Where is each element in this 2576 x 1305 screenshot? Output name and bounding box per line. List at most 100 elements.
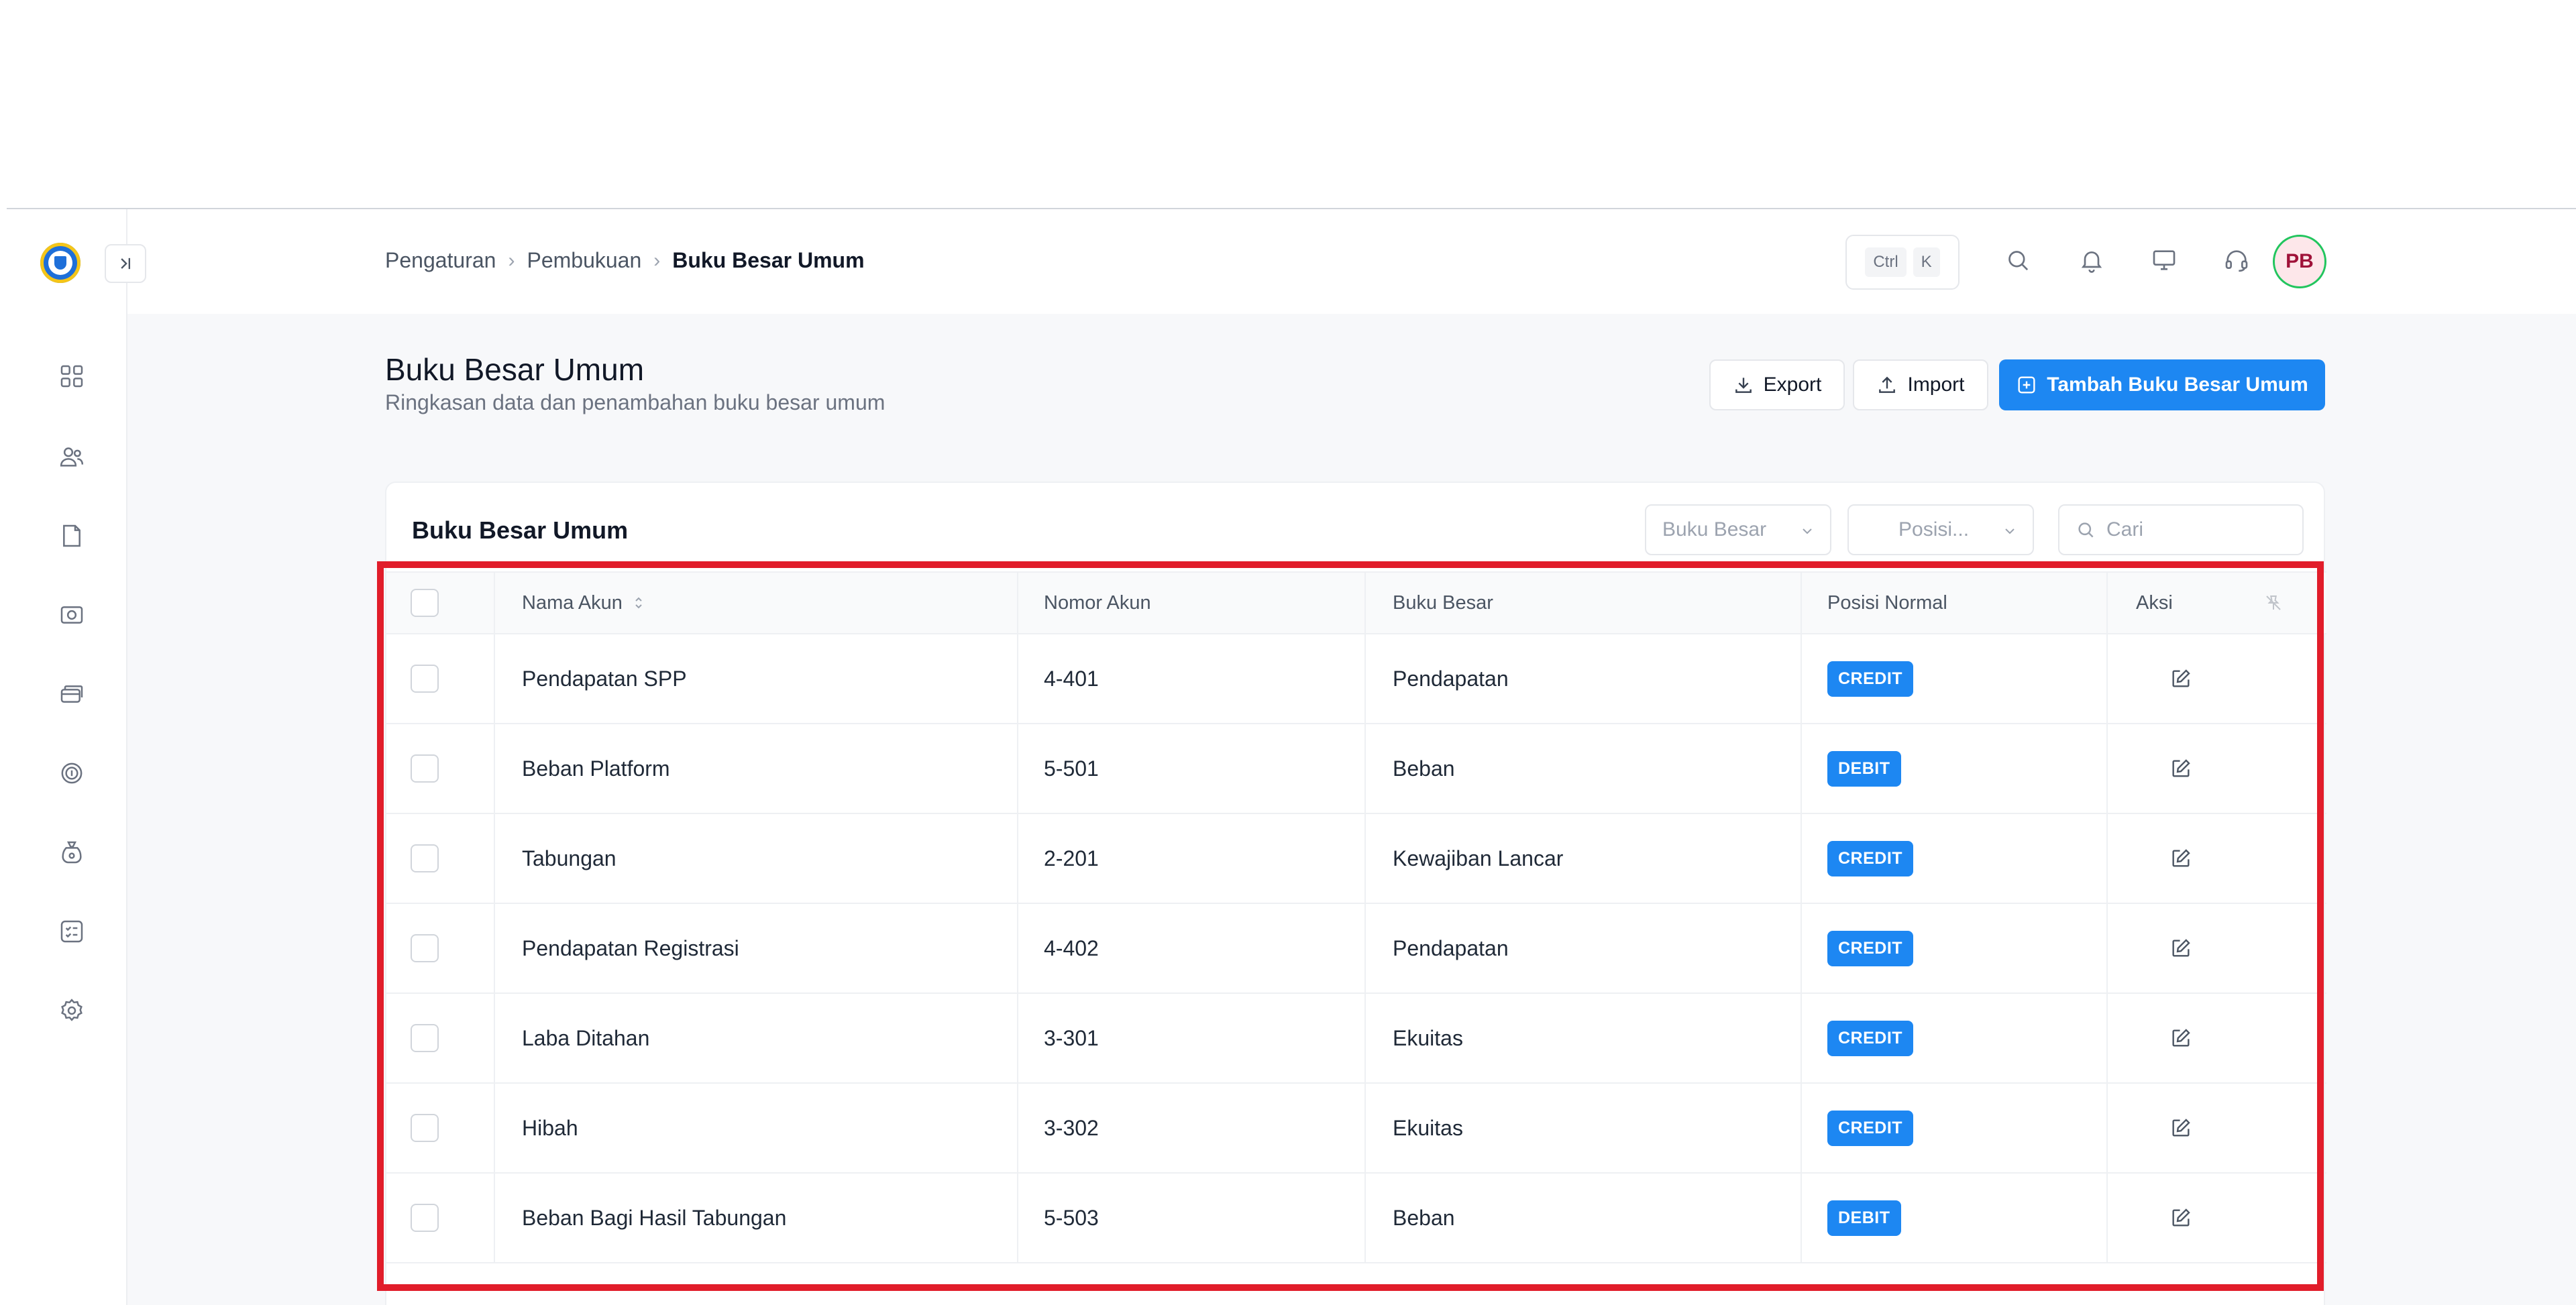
row-select-cell: [411, 1174, 439, 1262]
top-blank-area: [0, 0, 2576, 208]
search-icon: [2078, 522, 2094, 538]
users-icon[interactable]: [54, 439, 90, 475]
edit-icon[interactable]: [2169, 1084, 2192, 1172]
cell-posisi-normal: DEBIT: [1827, 1174, 1901, 1262]
table-row[interactable]: Laba Ditahan 3-301 Ekuitas CREDIT: [386, 994, 2326, 1084]
cell-buku-besar: Pendapatan: [1393, 666, 1509, 691]
sidebar-toggle-button[interactable]: [105, 244, 146, 283]
cell-buku-besar: Beban: [1393, 1205, 1455, 1230]
search-icon[interactable]: [1998, 240, 2038, 280]
cell-posisi-normal: CREDIT: [1827, 994, 1914, 1082]
row-select-cell: [411, 1084, 439, 1172]
cell-posisi-normal: CREDIT: [1827, 904, 1914, 992]
ledger-table: Nama Akun Nomor Akun Buku Besar Posisi N…: [386, 571, 2326, 1263]
filter-position-select[interactable]: Posisi...: [1847, 504, 2034, 555]
search-input[interactable]: Cari: [2058, 504, 2304, 555]
cell-nama-akun: Beban Bagi Hasil Tabungan: [522, 1205, 787, 1230]
cell-nomor-akun: 4-402: [1044, 935, 1099, 960]
headset-icon[interactable]: [2216, 240, 2257, 280]
table-row[interactable]: Beban Platform 5-501 Beban DEBIT: [386, 724, 2326, 814]
top-header: Pengaturan › Pembukuan › Buku Besar Umum…: [127, 209, 2576, 314]
table-row[interactable]: Pendapatan Registrasi 4-402 Pendapatan CRED…: [386, 904, 2326, 994]
select-all-checkbox[interactable]: [411, 589, 439, 617]
column-header-nomor-akun: Nomor Akun: [1044, 591, 1151, 614]
status-badge: CREDIT: [1827, 930, 1914, 966]
edit-icon[interactable]: [2169, 994, 2192, 1082]
row-select-cell: [411, 724, 439, 813]
row-checkbox[interactable]: [411, 1114, 439, 1142]
status-badge: DEBIT: [1827, 1200, 1901, 1236]
breadcrumb-item-pengaturan[interactable]: Pengaturan: [385, 248, 496, 273]
kbd-k: K: [1913, 247, 1940, 277]
filter-position-placeholder: Posisi...: [1898, 518, 1970, 541]
card-title: Buku Besar Umum: [412, 516, 629, 544]
edit-icon[interactable]: [2169, 814, 2192, 903]
filter-ledger-select[interactable]: Buku Besar: [1645, 504, 1831, 555]
status-badge: CREDIT: [1827, 840, 1914, 876]
dashboard-icon[interactable]: [54, 358, 90, 394]
camera-icon[interactable]: [54, 597, 90, 633]
cell-nama-akun: Beban Platform: [522, 756, 670, 781]
edit-icon[interactable]: [2169, 724, 2192, 813]
folder-icon[interactable]: [54, 518, 90, 554]
table-row[interactable]: Hibah 3-302 Ekuitas CREDIT: [386, 1084, 2326, 1174]
cell-nama-akun: Tabungan: [522, 846, 616, 870]
checklist-icon[interactable]: [54, 913, 90, 950]
row-select-cell: [411, 634, 439, 723]
column-header-buku-besar: Buku Besar: [1393, 591, 1493, 614]
cell-nama-akun: Laba Ditahan: [522, 1025, 650, 1050]
table-row[interactable]: Pendapatan SPP 4-401 Pendapatan CREDIT: [386, 634, 2326, 724]
cell-buku-besar: Kewajiban Lancar: [1393, 846, 1564, 870]
filter-ledger-placeholder: Buku Besar: [1662, 518, 1767, 541]
plus-square-icon: [2018, 376, 2035, 394]
breadcrumb-current: Buku Besar Umum: [672, 248, 865, 272]
breadcrumb-item-pembukuan[interactable]: Pembukuan: [527, 248, 641, 273]
status-badge: CREDIT: [1827, 661, 1914, 697]
page-title: Buku Besar Umum: [385, 352, 645, 387]
sidebar: [7, 209, 127, 1305]
cards-icon[interactable]: [54, 676, 90, 712]
edit-icon[interactable]: [2169, 634, 2192, 723]
export-label: Export: [1763, 374, 1822, 396]
import-button[interactable]: Import: [1853, 359, 1988, 410]
chevron-down-icon: [2005, 528, 2015, 534]
row-checkbox[interactable]: [411, 934, 439, 962]
edit-icon[interactable]: [2169, 1174, 2192, 1262]
bell-icon[interactable]: [2072, 240, 2112, 280]
row-select-cell: [411, 814, 439, 903]
coin-icon[interactable]: [54, 755, 90, 791]
cell-nomor-akun: 4-401: [1044, 666, 1099, 691]
chevron-right-icon: ›: [508, 249, 515, 272]
cell-nomor-akun: 5-501: [1044, 756, 1099, 781]
row-checkbox[interactable]: [411, 1204, 439, 1232]
add-ledger-button[interactable]: Tambah Buku Besar Umum: [1999, 359, 2325, 410]
cell-buku-besar: Ekuitas: [1393, 1025, 1463, 1050]
table-header: Nama Akun Nomor Akun Buku Besar Posisi N…: [386, 571, 2326, 634]
table-body: Pendapatan SPP 4-401 Pendapatan CREDIT Beban…: [386, 634, 2326, 1263]
row-checkbox[interactable]: [411, 1024, 439, 1052]
row-checkbox[interactable]: [411, 665, 439, 693]
import-label: Import: [1907, 374, 1965, 396]
row-checkbox[interactable]: [411, 844, 439, 872]
app-window: Pengaturan › Pembukuan › Buku Besar Umum…: [7, 209, 2576, 1305]
command-palette-shortcut[interactable]: Ctrl K: [1845, 235, 1960, 290]
monitor-icon[interactable]: [2144, 240, 2184, 280]
app-logo[interactable]: [40, 243, 80, 283]
export-button[interactable]: Export: [1709, 359, 1845, 410]
table-row[interactable]: Tabungan 2-201 Kewajiban Lancar CREDIT: [386, 814, 2326, 904]
moneybag-icon[interactable]: [54, 834, 90, 870]
edit-icon[interactable]: [2169, 904, 2192, 992]
table-row[interactable]: Beban Bagi Hasil Tabungan 5-503 Beban DEBIT: [386, 1174, 2326, 1263]
cell-nomor-akun: 3-302: [1044, 1115, 1099, 1140]
unpin-icon[interactable]: [2263, 573, 2284, 633]
column-header-nama-akun[interactable]: Nama Akun: [522, 573, 645, 633]
cell-nama-akun: Hibah: [522, 1115, 578, 1140]
status-badge: CREDIT: [1827, 1110, 1914, 1146]
chevron-right-icon: ›: [653, 249, 661, 272]
sort-icon[interactable]: [632, 595, 645, 611]
chevron-down-icon: [1803, 528, 1812, 534]
row-checkbox[interactable]: [411, 754, 439, 783]
cell-nomor-akun: 3-301: [1044, 1025, 1099, 1050]
gear-icon[interactable]: [54, 992, 90, 1029]
avatar[interactable]: PB: [2273, 235, 2326, 288]
